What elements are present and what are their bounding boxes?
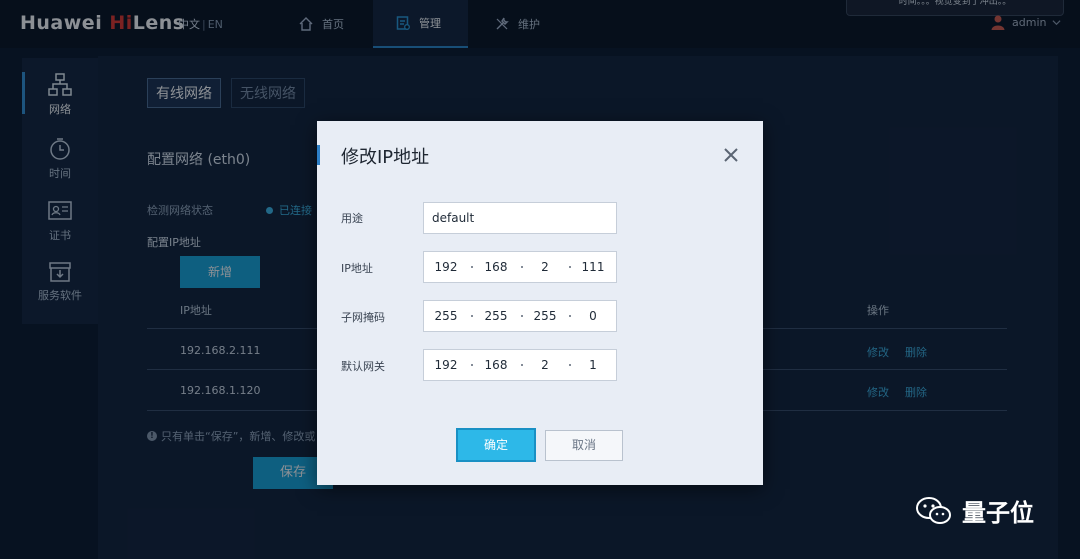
octet-separator <box>569 315 571 317</box>
octet-separator <box>471 315 473 317</box>
watermark: 量子位 <box>914 493 1034 528</box>
octet-separator <box>471 266 473 268</box>
edit-ip-dialog: 修改IP地址 用途 default IP地址 192 168 2 111 子网掩… <box>317 121 763 485</box>
wechat-icon <box>916 496 951 524</box>
purpose-field[interactable]: default <box>423 202 617 234</box>
mask-octet-2[interactable]: 255 <box>479 309 513 323</box>
subnet-mask-label: 子网掩码 <box>341 311 385 324</box>
mask-octet-3[interactable]: 255 <box>528 309 562 323</box>
gateway-octet-1[interactable]: 192 <box>429 358 463 372</box>
title-accent-bar <box>317 145 320 165</box>
watermark-text: 量子位 <box>962 499 1034 527</box>
octet-separator <box>521 266 523 268</box>
ip-octet-1[interactable]: 192 <box>429 260 463 274</box>
purpose-label: 用途 <box>341 212 363 225</box>
octet-separator <box>521 315 523 317</box>
ip-label: IP地址 <box>341 262 373 275</box>
ip-octet-3[interactable]: 2 <box>528 260 562 274</box>
subnet-mask-field[interactable]: 255 255 255 0 <box>423 300 617 332</box>
close-icon[interactable] <box>721 145 741 165</box>
octet-separator <box>521 364 523 366</box>
confirm-button[interactable]: 确定 <box>456 428 536 462</box>
gateway-octet-4[interactable]: 1 <box>576 358 610 372</box>
ip-address-field[interactable]: 192 168 2 111 <box>423 251 617 283</box>
mask-octet-4[interactable]: 0 <box>576 309 610 323</box>
gateway-octet-2[interactable]: 168 <box>479 358 513 372</box>
octet-separator <box>569 364 571 366</box>
mask-octet-1[interactable]: 255 <box>429 309 463 323</box>
dialog-title: 修改IP地址 <box>341 147 430 168</box>
cancel-button[interactable]: 取消 <box>545 430 623 461</box>
octet-separator <box>569 266 571 268</box>
gateway-octet-3[interactable]: 2 <box>528 358 562 372</box>
gateway-field[interactable]: 192 168 2 1 <box>423 349 617 381</box>
ip-octet-4[interactable]: 111 <box>576 260 610 274</box>
ip-octet-2[interactable]: 168 <box>479 260 513 274</box>
gateway-label: 默认网关 <box>341 360 385 373</box>
purpose-value: default <box>432 211 475 225</box>
octet-separator <box>471 364 473 366</box>
